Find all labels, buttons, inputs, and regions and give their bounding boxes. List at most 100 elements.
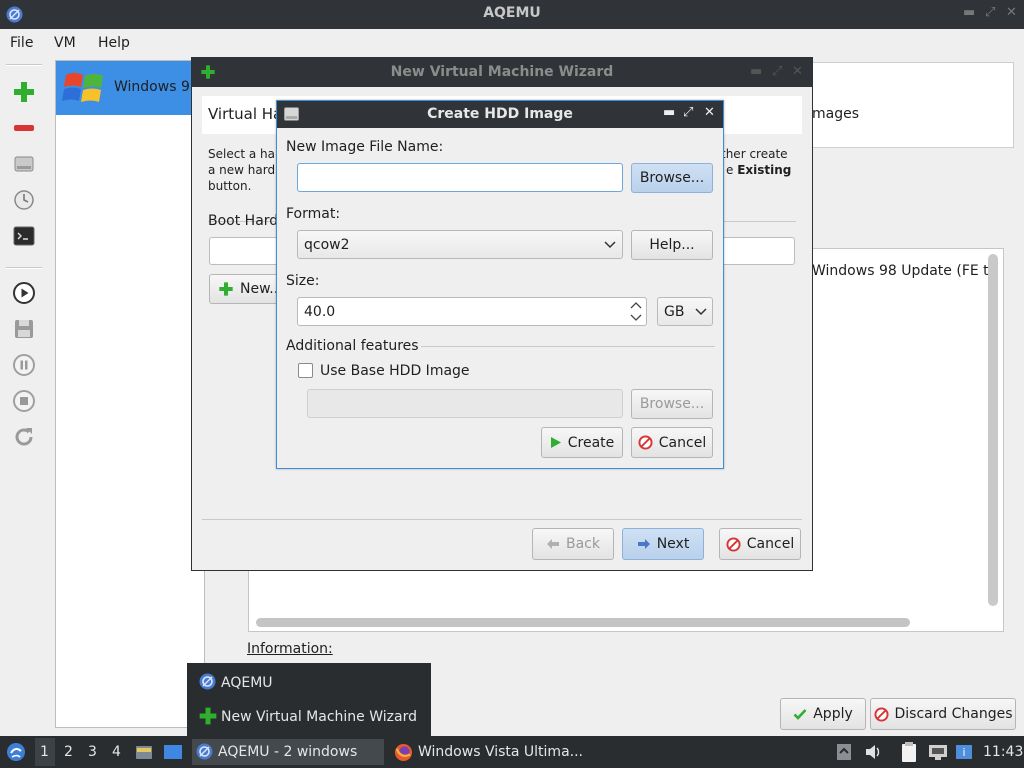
- start-vm-icon[interactable]: [12, 281, 36, 305]
- play-icon: [550, 437, 561, 448]
- aqemu-logo-icon: [199, 673, 216, 690]
- workspace-3[interactable]: 3: [88, 744, 97, 760]
- dialog-maximize-icon[interactable]: ⤢: [683, 105, 693, 120]
- details-vertical-scrollbar[interactable]: [988, 254, 998, 606]
- discard-changes-button[interactable]: Discard Changes: [870, 698, 1016, 730]
- firefox-icon: [394, 743, 413, 762]
- minimize-icon[interactable]: ▬: [963, 5, 975, 20]
- format-select[interactable]: qcow2: [297, 230, 623, 259]
- show-desktop-icon[interactable]: [163, 743, 183, 761]
- popup-item-wizard[interactable]: New Virtual Machine Wizard: [221, 709, 417, 725]
- size-label: Size:: [286, 273, 320, 289]
- maximize-icon[interactable]: ⤢: [985, 5, 995, 20]
- add-vm-icon[interactable]: [12, 80, 36, 104]
- base-hdd-path-input[interactable]: [307, 389, 623, 418]
- size-spinbox[interactable]: 40.0: [297, 297, 647, 326]
- workspace-2[interactable]: 2: [64, 744, 73, 760]
- back-arrow-icon: [547, 539, 559, 549]
- clipboard-icon[interactable]: [900, 741, 918, 763]
- dialog-titlebar: Create HDD Image ▬ ⤢ ✕: [277, 101, 723, 128]
- windows-logo-icon: [62, 73, 103, 102]
- features-separator: [421, 346, 715, 347]
- menu-file[interactable]: File: [10, 35, 33, 51]
- save-state-icon[interactable]: [12, 317, 36, 341]
- wizard-page-title: Virtual Ha: [208, 105, 283, 123]
- file-name-input[interactable]: [297, 163, 623, 192]
- dialog-cancel-button[interactable]: Cancel: [631, 427, 713, 458]
- snapshot-clock-icon[interactable]: [12, 188, 36, 212]
- reset-vm-icon[interactable]: [12, 425, 36, 449]
- wizard-title: New Virtual Machine Wizard: [390, 64, 614, 80]
- use-base-hdd-checkbox[interactable]: [298, 363, 313, 378]
- next-arrow-icon: [637, 539, 650, 549]
- wizard-titlebar: New Virtual Machine Wizard ▬ ⤢ ✕: [192, 58, 812, 87]
- apply-button[interactable]: Apply: [780, 698, 866, 730]
- wizard-maximize-icon[interactable]: ⤢: [772, 64, 782, 79]
- delete-vm-icon[interactable]: [12, 116, 36, 140]
- close-icon[interactable]: ✕: [1006, 5, 1017, 20]
- next-button[interactable]: Next: [622, 528, 704, 560]
- menu-help[interactable]: Help: [98, 35, 130, 51]
- file-name-label: New Image File Name:: [286, 139, 444, 155]
- back-button[interactable]: Back: [532, 528, 614, 560]
- format-label: Format:: [286, 206, 341, 222]
- cancel-circle-icon: [726, 536, 741, 552]
- terminal-icon[interactable]: [12, 224, 36, 248]
- task-other-window[interactable]: Windows Vista Ultima...: [390, 739, 590, 765]
- create-button[interactable]: Create: [541, 427, 623, 458]
- vm-name: Windows 98: [114, 79, 199, 95]
- aqemu-logo-icon: [196, 743, 213, 760]
- chevron-down-icon: [695, 308, 707, 316]
- browse-button[interactable]: Browse...: [631, 163, 713, 193]
- network-icon[interactable]: [928, 743, 948, 761]
- chevron-down-icon: [604, 241, 616, 249]
- dialog-title: Create HDD Image: [427, 106, 573, 122]
- details-list-item[interactable]: Windows 98 Update (FE t: [812, 263, 989, 279]
- workspace-1[interactable]: 1: [40, 744, 49, 760]
- pause-vm-icon[interactable]: [12, 353, 36, 377]
- workspace-4[interactable]: 4: [112, 744, 121, 760]
- volume-icon[interactable]: [864, 744, 882, 760]
- vm-info-panel: [800, 62, 1014, 148]
- spin-arrows-icon[interactable]: [629, 300, 643, 323]
- start-menu-icon[interactable]: [6, 742, 26, 762]
- size-unit-select[interactable]: GB: [657, 297, 713, 326]
- svg-text:i: i: [962, 746, 965, 759]
- vm-list-item-selected[interactable]: Windows 98: [56, 61, 204, 115]
- taskbar: 1 2 3 4 AQEMU - 2 windows Windows Vista …: [0, 736, 1024, 768]
- plus-icon: [219, 282, 233, 296]
- wizard-close-icon[interactable]: ✕: [792, 64, 803, 79]
- main-titlebar: AQEMU ▬ ⤢ ✕: [0, 0, 1024, 29]
- wizard-plus-icon: [199, 707, 217, 725]
- cancel-circle-icon: [873, 706, 889, 722]
- boot-hdd-label: Boot Hard: [208, 213, 279, 229]
- details-horizontal-scrollbar[interactable]: [256, 618, 910, 627]
- clock[interactable]: 11:43: [983, 744, 1023, 760]
- base-browse-button[interactable]: Browse...: [631, 389, 713, 419]
- create-hdd-image-dialog: Create HDD Image ▬ ⤢ ✕ New Image File Na…: [276, 100, 724, 469]
- hdd-manager-icon[interactable]: [12, 152, 36, 176]
- checkmark-icon: [793, 709, 807, 720]
- images-tab-label[interactable]: mages: [812, 106, 859, 122]
- help-button[interactable]: Help...: [631, 230, 713, 260]
- stop-vm-icon[interactable]: [12, 389, 36, 413]
- information-label: Information:: [247, 641, 333, 657]
- task-aqemu-label: AQEMU - 2 windows: [218, 744, 358, 760]
- tray-up-arrow-icon[interactable]: [836, 743, 852, 761]
- vm-list[interactable]: Windows 98: [55, 60, 205, 728]
- task-other-label: Windows Vista Ultima...: [418, 744, 583, 760]
- update-notifier-icon[interactable]: i: [955, 742, 973, 762]
- menubar: File VM Help: [0, 29, 1024, 57]
- additional-features-label: Additional features: [286, 338, 419, 354]
- wizard-cancel-button[interactable]: Cancel: [719, 528, 801, 560]
- wizard-minimize-icon[interactable]: ▬: [750, 64, 762, 79]
- task-aqemu[interactable]: AQEMU - 2 windows: [192, 739, 384, 765]
- file-manager-icon[interactable]: [135, 743, 153, 761]
- cancel-circle-icon: [638, 435, 653, 450]
- vm-toolbar: [6, 64, 42, 464]
- dialog-close-icon[interactable]: ✕: [704, 105, 715, 120]
- dialog-minimize-icon[interactable]: ▬: [663, 105, 675, 120]
- use-base-hdd-label[interactable]: Use Base HDD Image: [320, 363, 470, 379]
- popup-item-aqemu[interactable]: AQEMU: [221, 675, 273, 691]
- menu-vm[interactable]: VM: [54, 35, 76, 51]
